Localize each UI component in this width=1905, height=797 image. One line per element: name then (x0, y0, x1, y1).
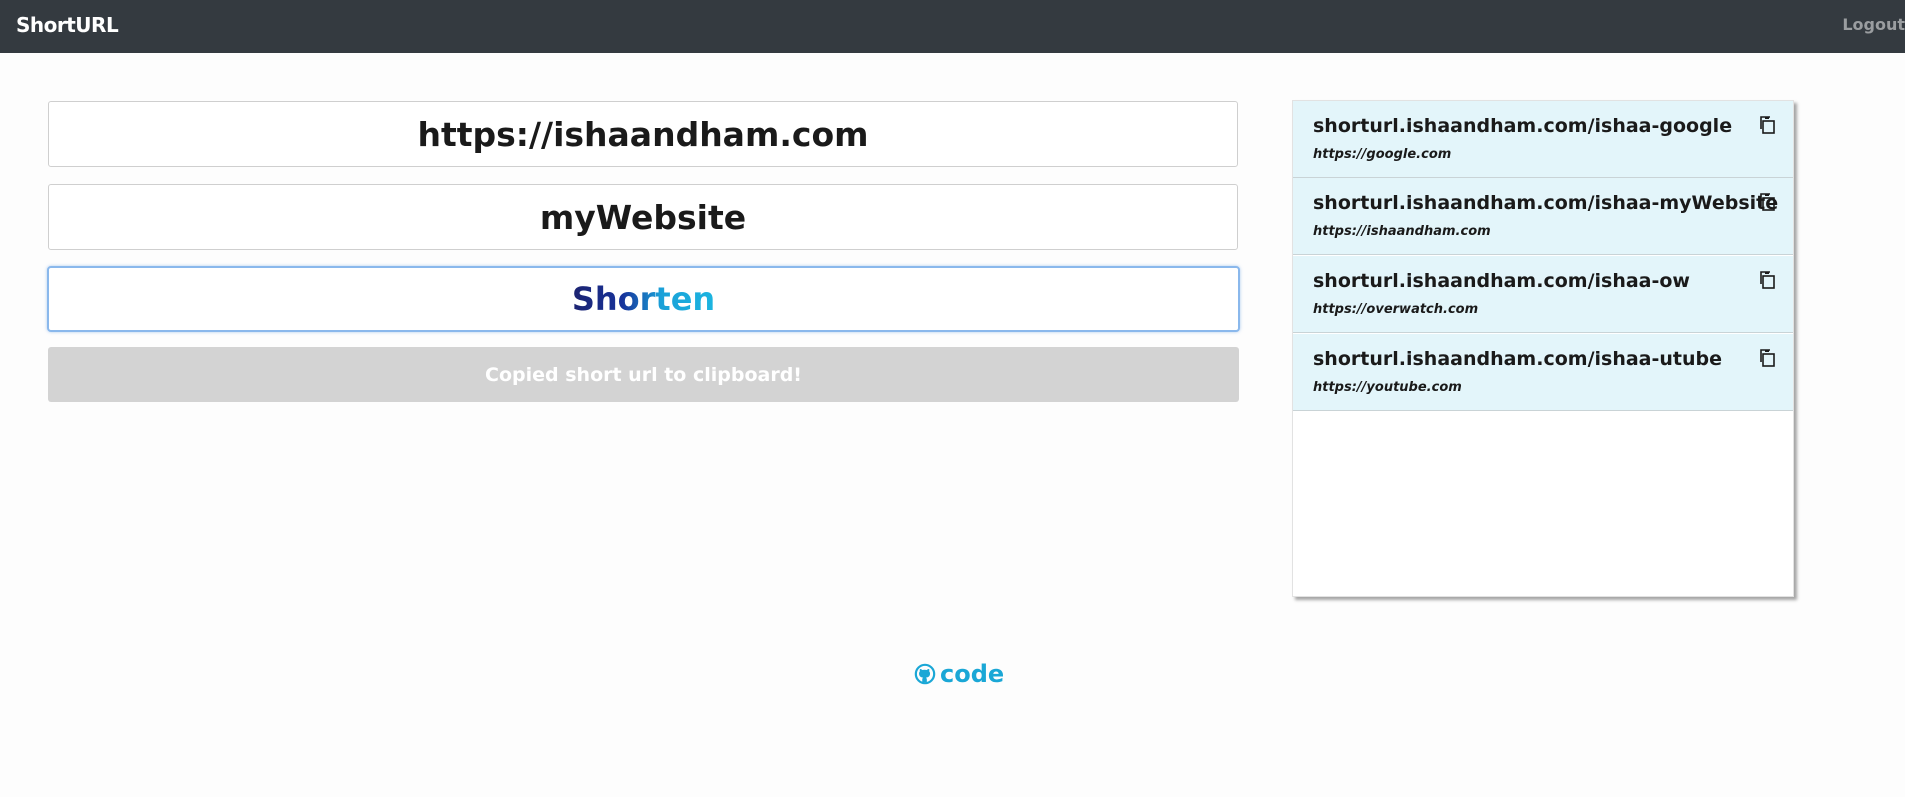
shorten-button[interactable]: Shorten (47, 266, 1240, 332)
list-item: shorturl.ishaandham.com/ishaa-utube http… (1293, 334, 1793, 411)
short-links-panel: shorturl.ishaandham.com/ishaa-google htt… (1292, 100, 1794, 597)
short-url[interactable]: shorturl.ishaandham.com/ishaa-utube (1313, 348, 1722, 370)
shorten-button-label: Shorten (571, 280, 716, 318)
brand-logo[interactable]: ShortURL (16, 13, 119, 37)
original-url: https://overwatch.com (1313, 302, 1479, 317)
copy-icon[interactable] (1757, 192, 1777, 212)
code-link-label: code (940, 660, 1005, 688)
navbar: ShortURL Logout (0, 0, 1905, 53)
logout-link[interactable]: Logout (1842, 15, 1905, 34)
copy-icon[interactable] (1757, 115, 1777, 135)
original-url: https://google.com (1313, 147, 1452, 162)
copy-icon[interactable] (1757, 270, 1777, 290)
copy-icon[interactable] (1757, 348, 1777, 368)
list-item: shorturl.ishaandham.com/ishaa-ow https:/… (1293, 256, 1793, 333)
short-url[interactable]: shorturl.ishaandham.com/ishaa-ow (1313, 270, 1690, 292)
list-item: shorturl.ishaandham.com/ishaa-google htt… (1293, 101, 1793, 178)
short-url[interactable]: shorturl.ishaandham.com/ishaa-myWebsite (1313, 192, 1778, 214)
github-code-link[interactable]: code (914, 660, 1004, 688)
original-url: https://youtube.com (1313, 380, 1462, 395)
url-input[interactable]: https://ishaandham.com (48, 101, 1238, 167)
short-url[interactable]: shorturl.ishaandham.com/ishaa-google (1313, 115, 1732, 137)
alias-input[interactable]: myWebsite (48, 184, 1238, 250)
github-icon (914, 663, 936, 685)
list-item: shorturl.ishaandham.com/ishaa-myWebsite … (1293, 178, 1793, 255)
original-url: https://ishaandham.com (1313, 224, 1491, 239)
status-message: Copied short url to clipboard! (48, 347, 1239, 402)
